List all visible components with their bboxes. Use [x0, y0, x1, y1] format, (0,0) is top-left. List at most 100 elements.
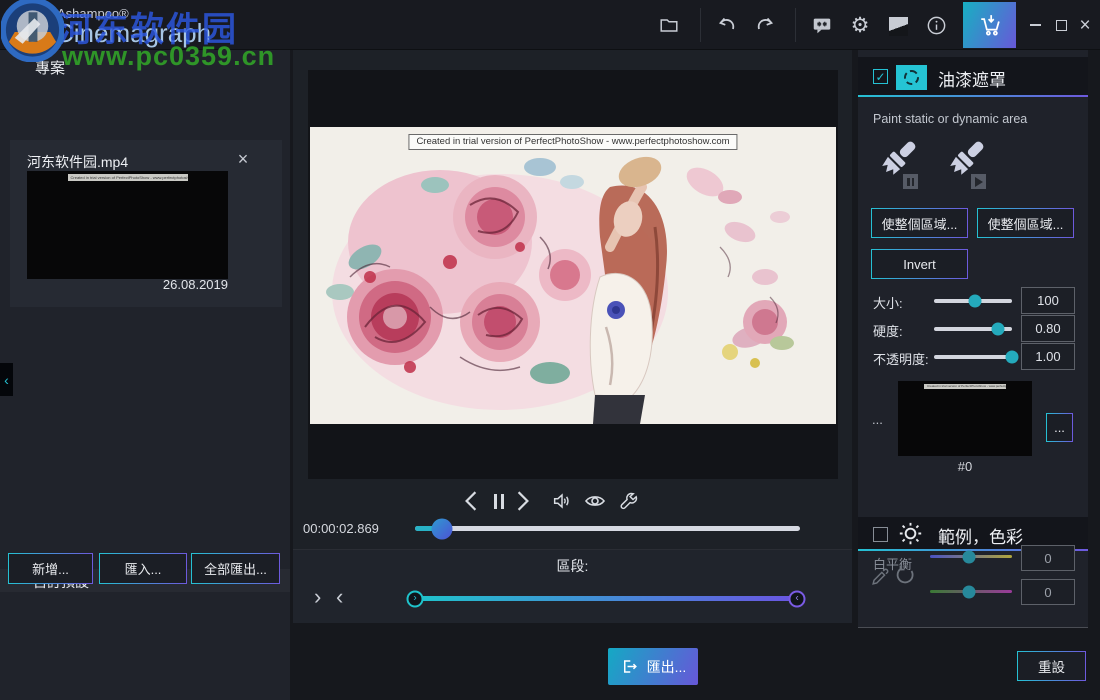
hardness-slider[interactable]: [934, 327, 1012, 331]
open-project-button[interactable]: [656, 12, 682, 38]
paint-mask-checkbox[interactable]: ✓: [873, 69, 888, 84]
project-thumbnail[interactable]: Created in trial version of PerfectPhoto…: [27, 171, 228, 279]
fill-area-static-label: 使整個區域...: [882, 214, 958, 233]
next-frame-button[interactable]: [510, 488, 536, 514]
collapse-sidebar-handle[interactable]: ‹: [0, 363, 13, 396]
preset-import-button[interactable]: 匯入...: [99, 553, 187, 584]
theme-toggle-button[interactable]: [885, 13, 911, 39]
temperature-slider[interactable]: [930, 555, 1012, 558]
segment-step-in-button[interactable]: ›: [314, 584, 321, 610]
pause-icon: [501, 494, 504, 509]
preset-new-button[interactable]: 新增...: [8, 553, 93, 584]
segment-label: 區段:: [293, 556, 852, 576]
eyedropper-icon[interactable]: [869, 566, 891, 588]
mask-options-button[interactable]: ...: [1046, 413, 1073, 442]
folder-icon: [658, 14, 680, 36]
product-name: Cinemagraph: [55, 18, 211, 49]
reset-button[interactable]: 重設: [1017, 651, 1086, 681]
preset-export-all-label: 全部匯出...: [204, 559, 267, 578]
redo-icon: [753, 13, 777, 37]
chevron-right-icon: ›: [413, 594, 416, 604]
opacity-slider-handle[interactable]: [1006, 351, 1019, 364]
previous-frame-button[interactable]: [458, 488, 484, 514]
tint-value-field[interactable]: 0: [1021, 579, 1075, 605]
preset-new-label: 新增...: [32, 559, 69, 578]
buy-now-button[interactable]: [963, 2, 1016, 48]
mask-list-prefix: ...: [872, 412, 883, 427]
size-label: 大小:: [873, 293, 903, 312]
video-viewport: Created in trial version of PerfectPhoto…: [308, 70, 838, 479]
effect-panel: ✓ 油漆遮罩 Paint static or dynamic area: [858, 50, 1088, 628]
toolbar-divider: [795, 8, 796, 42]
check-icon: ✓: [875, 71, 885, 83]
remove-project-button[interactable]: ×: [232, 148, 254, 170]
invert-label: Invert: [903, 257, 936, 272]
segment-step-out-button[interactable]: ‹: [336, 584, 343, 610]
mask-thumbnail[interactable]: Created in trial version of PerfectPhoto…: [898, 381, 1032, 456]
settings-button[interactable]: ⚙: [847, 12, 873, 38]
invert-button[interactable]: Invert: [871, 249, 968, 279]
segment-start-handle[interactable]: ›: [407, 590, 424, 607]
speaker-icon: [551, 490, 573, 512]
paint-mask-title: 油漆遮罩: [938, 66, 1006, 91]
info-button[interactable]: [923, 12, 949, 38]
timeline-slider[interactable]: [415, 526, 800, 531]
static-brush-button[interactable]: [871, 136, 927, 192]
project-date: 26.08.2019: [120, 277, 228, 292]
hardness-slider-handle[interactable]: [991, 323, 1004, 336]
opacity-slider[interactable]: [934, 355, 1012, 359]
dynamic-brush-button[interactable]: [939, 136, 995, 192]
project-card[interactable]: 河东软件园.mp4 × Created in trial version of …: [10, 140, 282, 307]
mute-button[interactable]: [549, 488, 575, 514]
preset-export-all-button[interactable]: 全部匯出...: [191, 553, 280, 584]
hardness-label: 硬度:: [873, 321, 903, 340]
sun-icon: [897, 520, 924, 547]
tint-slider-handle[interactable]: [963, 585, 976, 598]
thumbnail-trial-banner: Created in trial version of PerfectPhoto…: [68, 174, 188, 181]
chevron-right-icon: [514, 490, 532, 512]
export-icon: [620, 657, 639, 676]
feedback-button[interactable]: [809, 12, 835, 38]
size-value-field[interactable]: 100: [1021, 287, 1075, 314]
temperature-slider-handle[interactable]: [963, 550, 976, 563]
segment-range-slider[interactable]: › ‹: [416, 596, 798, 601]
size-slider[interactable]: [934, 299, 1012, 303]
paint-mask-subtitle: Paint static or dynamic area: [873, 112, 1027, 126]
redo-button[interactable]: [752, 12, 778, 38]
trial-banner: Created in trial version of PerfectPhoto…: [408, 134, 737, 150]
reset-white-balance-icon[interactable]: [894, 564, 916, 586]
preview-toggle-button[interactable]: [582, 488, 608, 514]
sample-color-checkbox[interactable]: [873, 527, 888, 542]
fill-area-static-button[interactable]: 使整個區域...: [871, 208, 968, 238]
maximize-icon: [1056, 20, 1067, 31]
undo-button[interactable]: [714, 12, 740, 38]
maximize-button[interactable]: [1048, 12, 1074, 38]
info-icon: [925, 14, 948, 37]
size-slider-handle[interactable]: [968, 295, 981, 308]
pause-badge-icon: [903, 174, 918, 189]
close-window-button[interactable]: ×: [1072, 12, 1098, 38]
timeline-handle[interactable]: [432, 518, 453, 539]
fill-area-dynamic-button[interactable]: 使整個區域...: [977, 208, 1074, 238]
diagonal-split-icon: [889, 17, 908, 36]
tools-button[interactable]: [616, 488, 642, 514]
minimize-button[interactable]: [1022, 12, 1048, 38]
export-button[interactable]: 匯出...: [608, 648, 698, 685]
segment-end-handle[interactable]: ‹: [789, 590, 806, 607]
minimize-icon: [1030, 24, 1041, 26]
pause-button[interactable]: [486, 488, 512, 514]
project-sidebar: 專案 河东软件园.mp4 × Created in trial version …: [0, 50, 290, 700]
wrench-icon: [618, 490, 640, 512]
feedback-bubble-icon: [811, 14, 833, 36]
sample-color-title: 範例，色彩: [938, 523, 1023, 548]
opacity-value-field[interactable]: 1.00: [1021, 343, 1075, 370]
hardness-value-field[interactable]: 0.80: [1021, 315, 1075, 342]
titlebar: Ashampoo® Cinemagraph: [0, 0, 1100, 50]
gradient-divider: [858, 95, 1088, 97]
video-frame[interactable]: Created in trial version of PerfectPhoto…: [310, 127, 836, 424]
tint-slider[interactable]: [930, 590, 1012, 593]
gear-icon: ⚙: [851, 15, 870, 36]
temperature-value-field[interactable]: 0: [1021, 545, 1075, 571]
segment-section: 區段: › ‹ › ‹: [293, 550, 852, 623]
thumbnail-trial-banner: Created in trial version of PerfectPhoto…: [924, 384, 1006, 389]
